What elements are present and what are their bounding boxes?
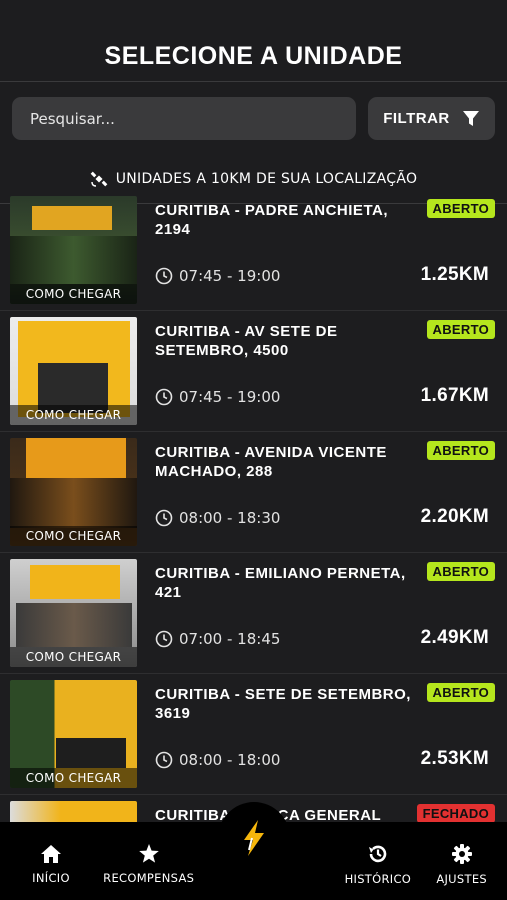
opening-hours: 08:00 - 18:00 xyxy=(155,751,280,769)
cafe-sign xyxy=(30,565,120,599)
home-fab[interactable] xyxy=(217,802,290,874)
filter-button[interactable]: FILTRAR xyxy=(368,97,495,140)
hours-text: 07:00 - 18:45 xyxy=(179,630,281,648)
nav-label: INÍCIO xyxy=(32,870,70,885)
gear-icon xyxy=(451,843,472,864)
hours-text: 07:45 - 19:00 xyxy=(179,388,281,406)
directions-link[interactable]: COMO CHEGAR xyxy=(10,647,137,667)
history-icon xyxy=(368,845,387,862)
hours-text: 07:45 - 19:00 xyxy=(179,267,281,285)
lightning-logo-icon xyxy=(243,820,264,856)
unit-info: CURITIBA - PADRE ANCHIETA, 2194 ABERTO 0… xyxy=(155,196,495,310)
status-badge: ABERTO xyxy=(426,199,495,218)
distance: 1.67KM xyxy=(420,385,489,406)
unit-photo: COMO CHEGAR xyxy=(10,438,137,546)
directions-link[interactable]: COMO CHEGAR xyxy=(10,526,137,546)
filter-label: FILTRAR xyxy=(383,110,450,127)
unit-card[interactable]: COMO CHEGAR CURITIBA - PADRE ANCHIETA, 2… xyxy=(0,190,507,311)
nav-inicio[interactable]: INÍCIO xyxy=(20,844,82,885)
opening-hours: 07:00 - 18:45 xyxy=(155,630,280,648)
funnel-icon xyxy=(462,110,479,126)
distance: 2.53KM xyxy=(420,748,489,769)
unit-name: CURITIBA - EMILIANO PERNETA, 421 xyxy=(155,565,406,601)
home-icon xyxy=(41,844,61,863)
unit-photo: COMO CHEGAR xyxy=(10,196,137,304)
status-badge: ABERTO xyxy=(426,683,495,702)
clock-icon xyxy=(155,630,173,648)
unit-info: CURITIBA - AVENIDA VICENTE MACHADO, 288 … xyxy=(155,438,495,552)
nav-ajustes[interactable]: AJUSTES xyxy=(436,843,487,886)
nav-label: RECOMPENSAS xyxy=(103,871,195,885)
distance: 1.25KM xyxy=(420,264,489,285)
clock-icon xyxy=(155,388,173,406)
nav-label: HISTÓRICO xyxy=(344,871,412,886)
location-text: UNIDADES A 10KM DE SUA LOCALIZAÇÃO xyxy=(115,170,418,187)
unit-name: CURITIBA - AVENIDA VICENTE MACHADO, 288 xyxy=(155,444,387,480)
crowd-shape xyxy=(10,236,137,284)
status-badge: FECHADO xyxy=(416,804,495,823)
interior-shape xyxy=(10,478,137,528)
door-shape xyxy=(56,738,126,768)
star-icon xyxy=(138,844,159,863)
unit-info: CURITIBA - SETE DE SETEMBRO, 3619 ABERTO… xyxy=(155,680,495,794)
cafe-sign xyxy=(26,438,126,478)
directions-link[interactable]: COMO CHEGAR xyxy=(10,405,137,425)
nav-recompensas[interactable]: RECOMPENSAS xyxy=(103,843,194,885)
directions-link[interactable]: COMO CHEGAR xyxy=(10,768,137,788)
distance: 2.20KM xyxy=(420,506,489,527)
status-badge: ABERTO xyxy=(426,320,495,339)
unit-name: CURITIBA - AV SETE DE SETEMBRO, 4500 xyxy=(155,323,338,359)
opening-hours: 07:45 - 19:00 xyxy=(155,388,280,406)
unit-photo: COMO CHEGAR xyxy=(10,559,137,667)
unit-name: CURITIBA - SETE DE SETEMBRO, 3619 xyxy=(155,686,411,722)
hours-text: 08:00 - 18:30 xyxy=(179,509,281,527)
nav-label: AJUSTES xyxy=(436,871,487,886)
clock-icon xyxy=(155,751,173,769)
header: SELECIONE A UNIDADE xyxy=(0,0,507,82)
clock-icon xyxy=(155,267,173,285)
hours-text: 08:00 - 18:00 xyxy=(179,751,281,769)
crowd-shape xyxy=(16,603,132,647)
nav-historico[interactable]: HISTÓRICO xyxy=(345,843,412,886)
status-badge: ABERTO xyxy=(426,441,495,460)
unit-photo: COMO CHEGAR xyxy=(10,317,137,425)
unit-name: CURITIBA - PADRE ANCHIETA, 2194 xyxy=(155,202,388,238)
unit-list: COMO CHEGAR CURITIBA - PADRE ANCHIETA, 2… xyxy=(0,190,507,900)
clock-icon xyxy=(155,509,173,527)
search-row: FILTRAR xyxy=(0,82,507,140)
unit-card[interactable]: COMO CHEGAR CURITIBA - AV SETE DE SETEMB… xyxy=(0,311,507,432)
page-title: SELECIONE A UNIDADE xyxy=(104,42,403,70)
opening-hours: 08:00 - 18:30 xyxy=(155,509,280,527)
unit-card[interactable]: COMO CHEGAR CURITIBA - EMILIANO PERNETA,… xyxy=(0,553,507,674)
unit-info: CURITIBA - EMILIANO PERNETA, 421 ABERTO … xyxy=(155,559,495,673)
unit-info: CURITIBA - AV SETE DE SETEMBRO, 4500 ABE… xyxy=(155,317,495,431)
unit-card[interactable]: COMO CHEGAR CURITIBA - AVENIDA VICENTE M… xyxy=(0,432,507,553)
opening-hours: 07:45 - 19:00 xyxy=(155,267,280,285)
cafe-sign xyxy=(32,206,112,230)
directions-link[interactable]: COMO CHEGAR xyxy=(10,284,137,304)
satellite-icon xyxy=(90,171,108,187)
unit-photo: COMO CHEGAR xyxy=(10,680,137,788)
unit-card[interactable]: COMO CHEGAR CURITIBA - SETE DE SETEMBRO,… xyxy=(0,674,507,795)
distance: 2.49KM xyxy=(420,627,489,648)
status-badge: ABERTO xyxy=(426,562,495,581)
search-input[interactable] xyxy=(12,97,356,140)
